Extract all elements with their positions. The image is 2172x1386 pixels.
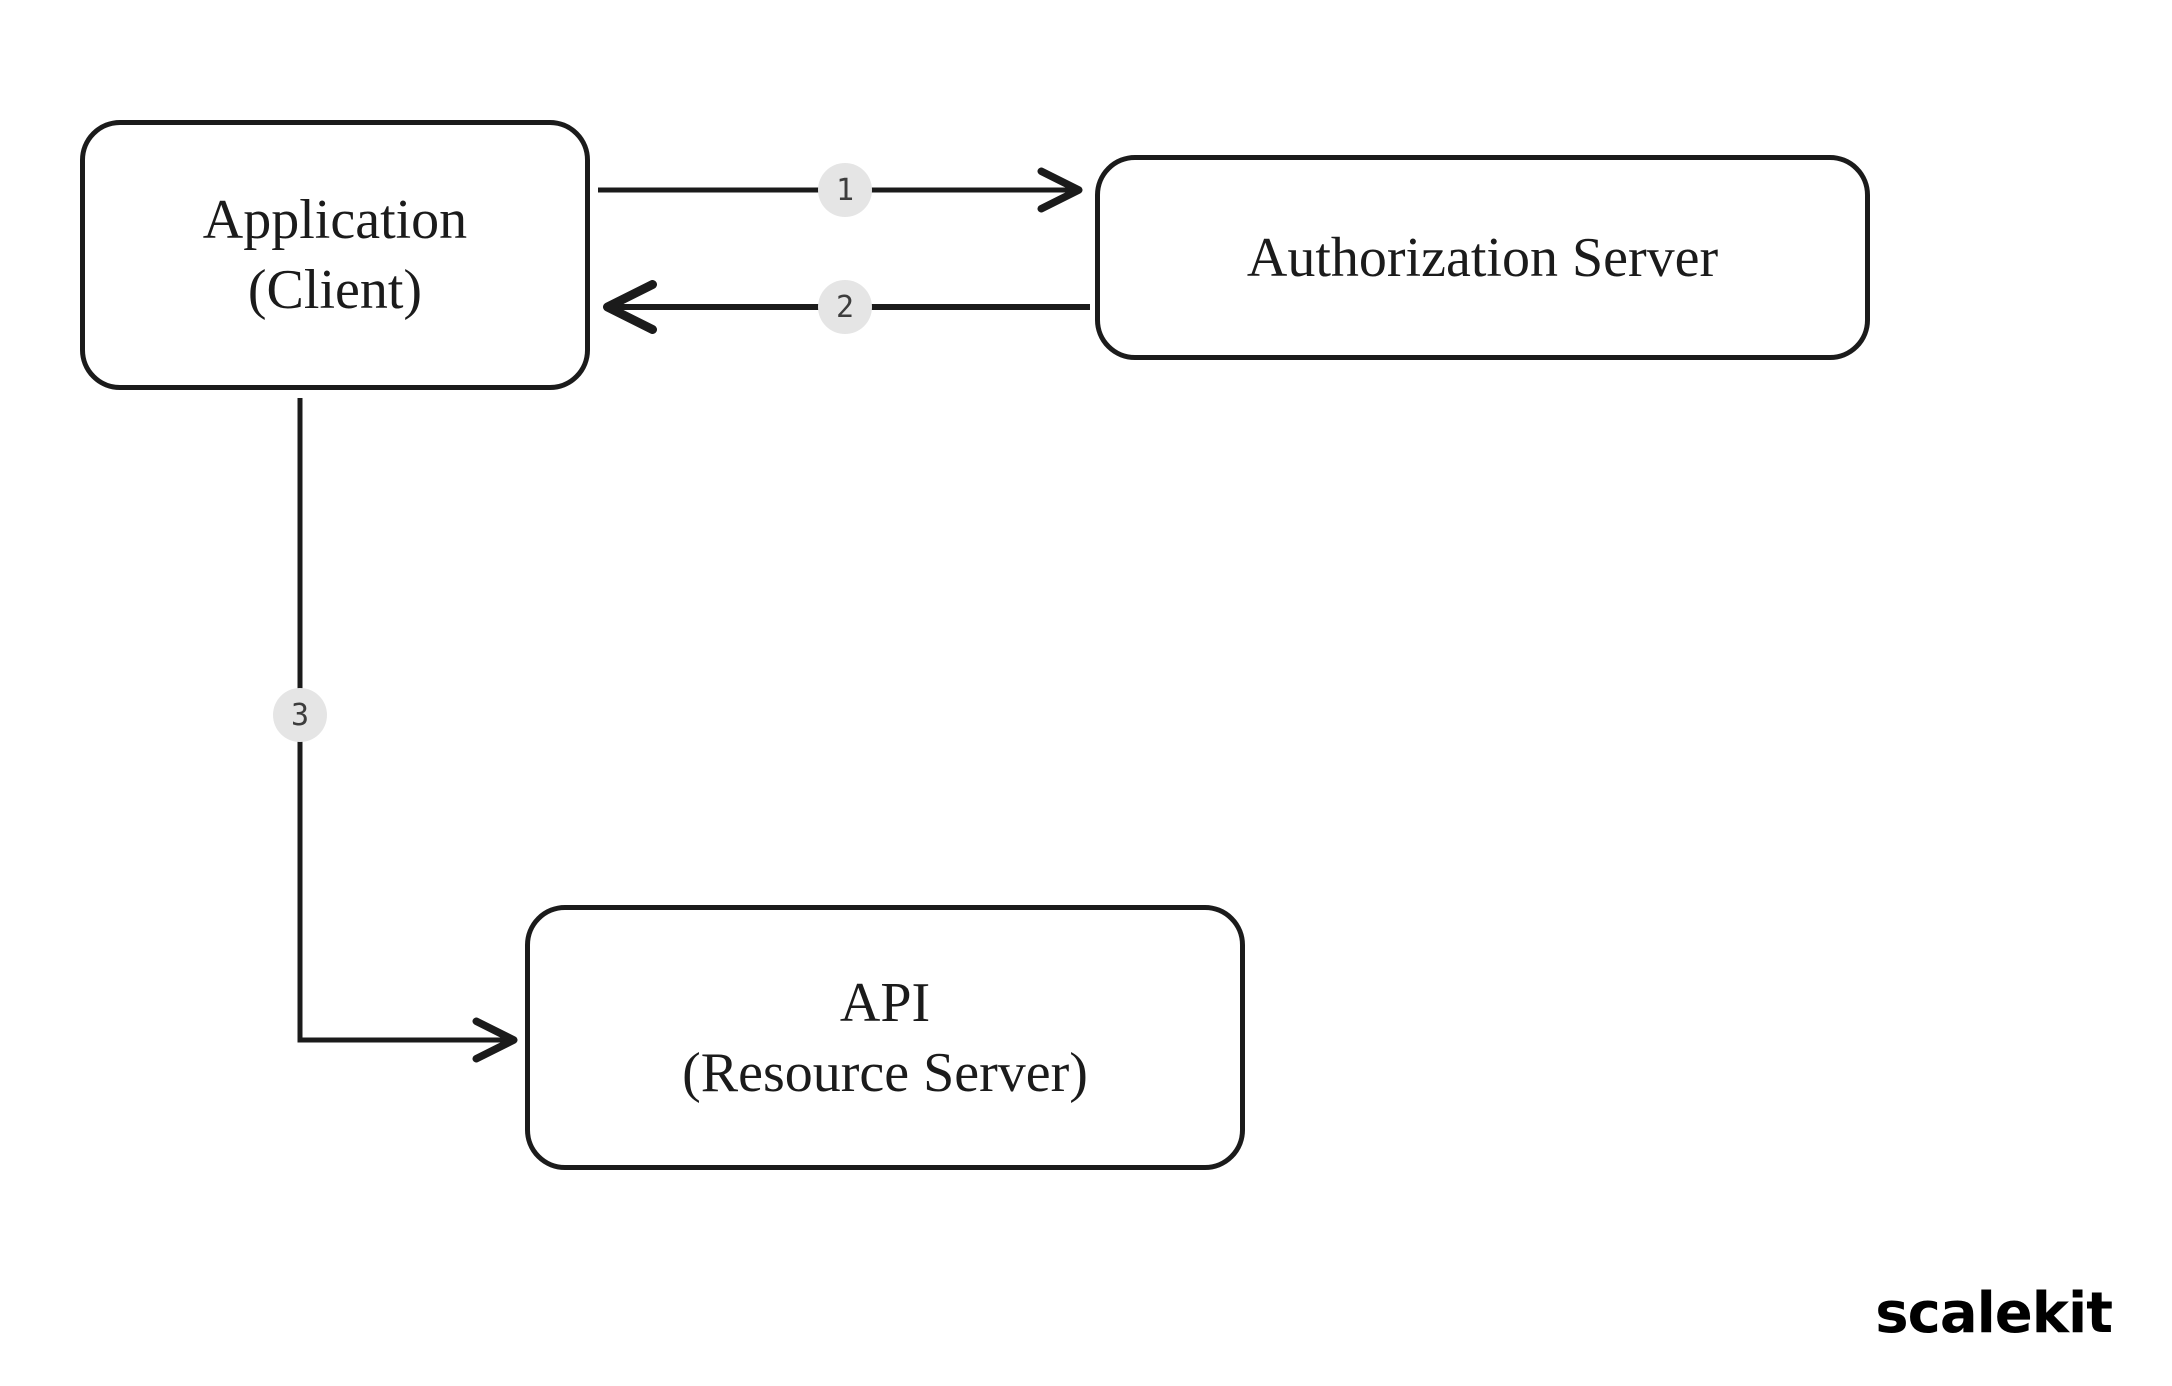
- node-api-line2: (Resource Server): [682, 1042, 1088, 1104]
- node-api-line1: API: [840, 972, 930, 1034]
- node-application-client: Application (Client): [80, 120, 590, 390]
- edge-client-to-api: [300, 398, 510, 1040]
- node-application-client-line1: Application: [203, 189, 467, 251]
- node-application-client-line2: (Client): [248, 259, 422, 321]
- step-badge-2: 2: [818, 280, 872, 334]
- node-authorization-server-label: Authorization Server: [1247, 223, 1718, 293]
- step-badge-1: 1: [818, 163, 872, 217]
- node-authorization-server: Authorization Server: [1095, 155, 1870, 360]
- step-badge-3: 3: [273, 688, 327, 742]
- brand-wordmark: scalekit: [1875, 1281, 2112, 1346]
- node-api-resource-server: API (Resource Server): [525, 905, 1245, 1170]
